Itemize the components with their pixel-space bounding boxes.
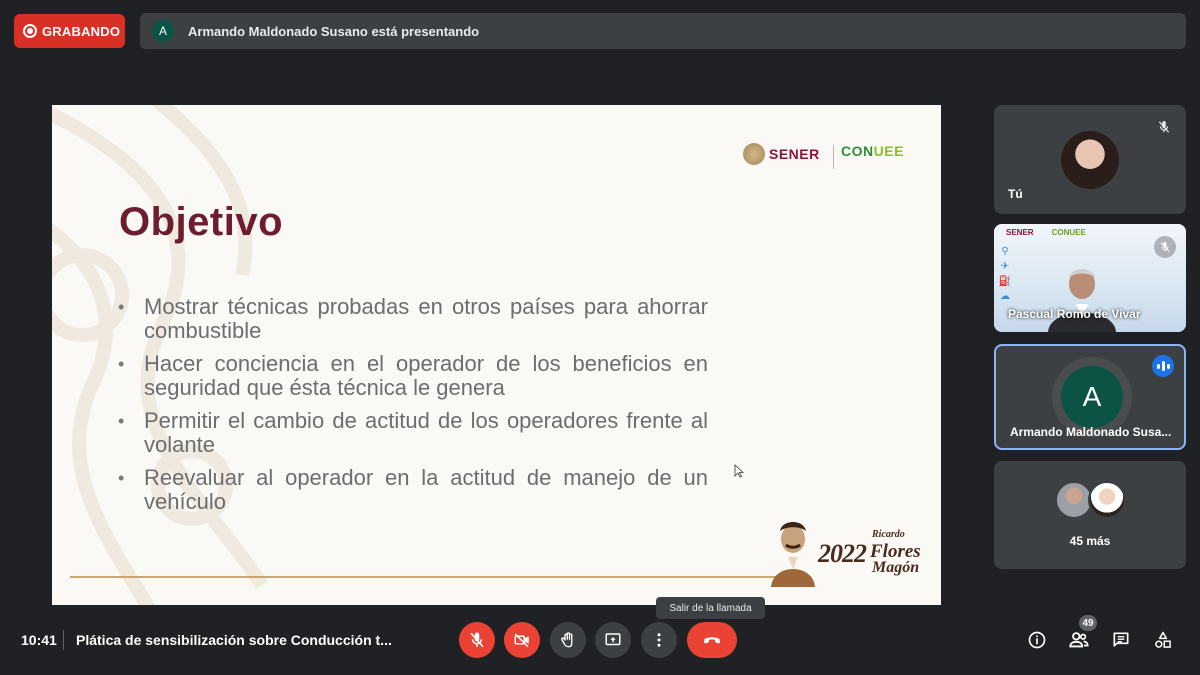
presenter-avatar: A (152, 20, 174, 42)
meeting-clock: 10:41 (21, 632, 57, 648)
logo-divider (833, 145, 834, 169)
activities-icon (1155, 631, 1171, 648)
video-logos: SENER CONUEE (1006, 228, 1086, 237)
raise-hand-button[interactable] (550, 622, 586, 658)
video-logo-sener: SENER (1006, 228, 1034, 237)
participant-tile-pascual[interactable]: SENER CONUEE ⚲ ✈ ⛽ ☁ Pascual Romo de Vivar (994, 224, 1186, 332)
people-icon (1069, 632, 1089, 648)
more-participants-tile[interactable]: 45 más (994, 461, 1186, 569)
commemorative-name-1: Ricardo (872, 529, 905, 540)
mic-off-icon (470, 632, 484, 648)
speaking-icon (1152, 355, 1174, 377)
slide-bullet: Hacer conciencia en el operador de los b… (118, 352, 708, 400)
microphone-toggle-button[interactable] (459, 622, 495, 658)
portrait-illustration-icon (771, 522, 815, 587)
slide-bullet: Mostrar técnicas probadas en otros paíse… (118, 295, 708, 343)
slide-bullet: Permitir el cambio de actitud de los ope… (118, 409, 708, 457)
presenting-text: Armando Maldonado Susano está presentand… (188, 23, 480, 39)
mic-off-icon (1154, 117, 1174, 137)
slide-title: Objetivo (119, 200, 284, 244)
avatar: A (1061, 366, 1123, 428)
sener-seal-icon (743, 143, 765, 165)
hand-icon (561, 632, 573, 648)
conuee-logo: CONUEE (841, 143, 904, 159)
conuee-logo-text-a: CON (841, 143, 874, 159)
slide-gold-rule (70, 576, 780, 578)
conuee-logo-text-b: UEE (873, 143, 904, 159)
present-screen-button[interactable] (595, 622, 631, 658)
shared-slide: SENER CONUEE Objetivo Mostrar técnicas p… (52, 105, 941, 605)
mic-off-icon (1154, 236, 1176, 258)
recording-label: GRABANDO (42, 23, 121, 39)
participant-tile-self[interactable]: Tú (994, 105, 1186, 214)
slide-bullet: Reevaluar al operador en la actitud de m… (118, 466, 708, 514)
commemorative-logo: 2022 Ricardo Flores Magón (768, 517, 921, 587)
recording-icon (23, 24, 37, 38)
camera-toggle-button[interactable] (504, 622, 540, 658)
participants-button[interactable] (1067, 628, 1091, 652)
more-participants-label: 45 más (1069, 534, 1111, 548)
divider (63, 630, 64, 650)
participant-name: Armando Maldonado Susa... (1010, 425, 1172, 439)
chat-icon (1113, 632, 1129, 647)
participant-name: Tú (1008, 187, 1023, 201)
present-icon (605, 633, 621, 646)
chat-button[interactable] (1109, 628, 1133, 652)
more-vert-icon (657, 633, 661, 647)
slide-bullet-list: Mostrar técnicas probadas en otros paíse… (118, 295, 708, 523)
info-icon (1028, 631, 1046, 649)
avatar (1061, 131, 1119, 189)
participants-count-badge: 49 (1079, 615, 1097, 631)
meeting-details-button[interactable] (1025, 628, 1049, 652)
commemorative-name-3: Magón (872, 559, 920, 576)
leave-call-button[interactable] (687, 622, 737, 658)
commemorative-year: 2022 (818, 539, 867, 568)
video-side-icons: ⚲ ✈ ⛽ ☁ (998, 246, 1012, 302)
participant-video-person (1048, 269, 1116, 332)
participant-tile-armando[interactable]: A Armando Maldonado Susa... (994, 344, 1186, 450)
sener-logo: SENER (743, 143, 820, 165)
camera-off-icon (514, 633, 529, 648)
meeting-title: Plática de sensibilización sobre Conducc… (76, 632, 392, 648)
sener-logo-text: SENER (769, 146, 820, 162)
more-options-button[interactable] (641, 622, 677, 658)
avatar (1088, 481, 1126, 519)
presenting-banner: A Armando Maldonado Susano está presenta… (140, 13, 1186, 49)
mouse-cursor-icon (734, 464, 744, 478)
leave-call-tooltip: Salir de la llamada (656, 597, 765, 619)
participant-name: Pascual Romo de Vivar (1008, 307, 1141, 321)
video-logo-conuee: CONUEE (1051, 228, 1086, 237)
activities-button[interactable] (1151, 628, 1175, 652)
hang-up-icon (704, 637, 720, 644)
recording-button[interactable]: GRABANDO (14, 14, 125, 48)
